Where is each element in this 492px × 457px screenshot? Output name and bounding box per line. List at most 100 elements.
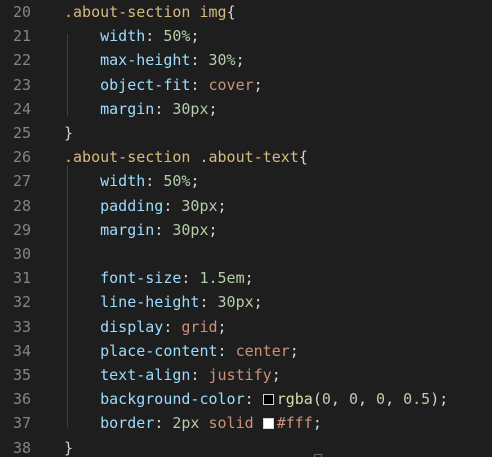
code-token: : — [181, 269, 200, 288]
code-token: : — [145, 27, 164, 46]
code-token: text-align — [100, 366, 191, 384]
line-code: margin: 30px; — [64, 218, 217, 242]
code-line[interactable]: 34 place-content: center; — [0, 339, 492, 363]
code-line[interactable]: 36 background-color: rgba(0, 0, 0, 0.5); — [0, 387, 492, 411]
code-token: : — [163, 317, 182, 336]
code-token: center — [235, 341, 290, 360]
line-number: 21 — [12, 27, 31, 46]
code-token: width — [100, 172, 146, 191]
line-code: place-content: center; — [64, 339, 299, 363]
code-token: : — [244, 390, 263, 409]
code-token: .about-section .about-text — [64, 148, 299, 167]
line-code: line-height: 30px; — [64, 290, 263, 314]
code-token: { — [298, 148, 308, 167]
line-number: 20 — [12, 3, 31, 21]
line-code: padding: 30px; — [64, 194, 226, 218]
code-token: #fff — [276, 414, 313, 433]
code-line[interactable]: 30 — [0, 242, 492, 266]
code-line[interactable]: 38} — [0, 436, 492, 457]
code-line[interactable]: 35 text-align: justify; — [0, 363, 492, 387]
line-code: font-size: 1.5em; — [64, 266, 254, 290]
code-line[interactable]: 27 width: 50%; — [0, 169, 492, 193]
code-line[interactable]: 29 margin: 30px; — [0, 218, 492, 242]
line-number: 29 — [12, 220, 31, 239]
code-token: : — [190, 75, 209, 94]
code-token: ; — [217, 317, 227, 336]
line-number: 37 — [12, 414, 31, 433]
code-token: margin — [100, 99, 155, 118]
code-token: 50% — [163, 27, 191, 46]
line-number: 27 — [12, 172, 31, 191]
code-token: 0 — [348, 390, 358, 409]
code-token: ; — [190, 27, 200, 46]
code-token: : — [154, 99, 173, 118]
line-code: width: 50%; — [64, 24, 199, 48]
code-token: place-content — [100, 341, 218, 360]
code-line[interactable]: 22 max-height: 30%; — [0, 48, 492, 72]
code-token: background-color — [100, 390, 245, 409]
line-number: 32 — [12, 293, 31, 312]
code-token: : — [163, 196, 182, 215]
line-number: 35 — [12, 366, 31, 384]
line-number: 26 — [12, 148, 31, 167]
code-token: grid — [181, 317, 218, 336]
code-token: : — [190, 366, 209, 384]
code-token: : — [145, 172, 164, 191]
code-line[interactable]: 24 margin: 30px; — [0, 97, 492, 121]
line-code: max-height: 30%; — [64, 48, 245, 72]
line-number: 34 — [12, 341, 31, 360]
code-line[interactable]: 37 border: 2px solid #fff; — [0, 411, 492, 435]
code-token: solid — [208, 414, 254, 433]
code-line[interactable]: 28 padding: 30px; — [0, 194, 492, 218]
code-line[interactable]: 21 width: 50%; — [0, 24, 492, 48]
code-token: : — [217, 341, 236, 360]
code-token: 30px — [217, 293, 254, 312]
code-token: width — [100, 27, 146, 46]
line-number: 24 — [12, 99, 31, 118]
line-code: display: grid; — [64, 315, 227, 339]
code-editor[interactable]: 20 .about-section img{21 width: 50%; 22 ma… — [0, 0, 492, 457]
code-token: line-height — [100, 293, 200, 312]
code-token: border — [100, 414, 155, 433]
code-line[interactable]: 33 display: grid; — [0, 315, 492, 339]
code-line[interactable]: 31 font-size: 1.5em; — [0, 266, 492, 290]
code-line[interactable]: 23 object-fit: cover; — [0, 73, 492, 97]
line-code: .about-section img{ — [64, 0, 236, 24]
code-token: , — [385, 390, 404, 409]
code-token: 30px — [172, 99, 209, 118]
code-token: ; — [208, 99, 218, 118]
code-token: ; — [190, 172, 200, 191]
line-number: 33 — [12, 317, 31, 336]
code-token: ; — [271, 366, 281, 384]
line-code: border: 2px solid #fff; — [64, 411, 322, 435]
code-token: 2px — [172, 414, 200, 433]
code-token: ( — [312, 390, 322, 409]
code-line[interactable]: 32 line-height: 30px; — [0, 290, 492, 314]
line-code: } — [64, 121, 73, 145]
code-token: ; — [253, 75, 263, 94]
code-token: ; — [253, 293, 263, 312]
code-token: justify — [208, 366, 272, 384]
code-line[interactable]: 26 .about-section .about-text{ — [0, 145, 492, 169]
code-line[interactable]: 25} — [0, 121, 492, 145]
line-number: 31 — [12, 269, 31, 288]
code-token: rgba — [276, 390, 313, 409]
color-swatch-icon[interactable] — [262, 418, 274, 430]
color-swatch-icon[interactable] — [262, 394, 274, 406]
code-token: 0.5 — [403, 390, 431, 409]
code-token: : — [190, 51, 209, 70]
code-token: margin — [100, 220, 155, 239]
code-token: 50% — [163, 172, 191, 191]
code-token: ; — [244, 269, 254, 288]
line-code: background-color: rgba(0, 0, 0, 0.5); — [64, 387, 448, 411]
code-token: 30% — [208, 51, 236, 70]
code-line[interactable]: 20 .about-section img{ — [0, 0, 492, 24]
line-number: 30 — [12, 245, 31, 263]
code-token: : — [199, 293, 218, 312]
line-number: 36 — [12, 390, 31, 409]
